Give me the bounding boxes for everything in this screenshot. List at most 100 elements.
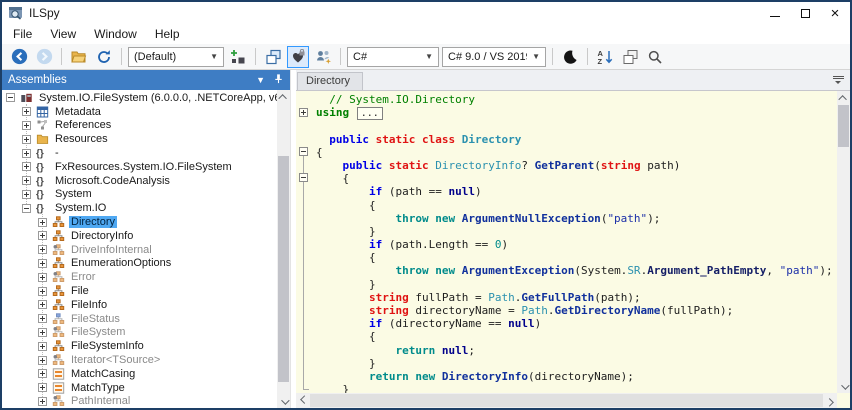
collapse-tree-button[interactable]	[619, 46, 641, 68]
menu-item-file[interactable]: File	[4, 25, 41, 43]
fold-toggle-expand[interactable]	[299, 108, 308, 117]
tree-item-file[interactable]: File	[2, 284, 277, 298]
expand-toggle[interactable]	[38, 217, 47, 227]
tree-item-label: FileStatus	[71, 312, 120, 325]
title-bar[interactable]: ILSpy ×	[2, 2, 850, 24]
tab-label: Directory	[306, 75, 351, 87]
scroll-right-icon[interactable]	[824, 393, 837, 408]
tree-item-fxresources-system-io-filesystem[interactable]: {} FxResources.System.IO.FileSystem	[2, 160, 277, 174]
panel-dropdown-icon[interactable]: ▼	[256, 75, 265, 85]
minimize-button[interactable]	[760, 2, 790, 24]
back-button[interactable]	[8, 46, 30, 68]
refresh-button[interactable]	[93, 46, 115, 68]
expand-toggle[interactable]	[22, 134, 31, 144]
assembly-list-dropdown[interactable]: (Default) ▼	[128, 46, 224, 67]
expand-toggle[interactable]	[22, 189, 31, 199]
tree-item-resources[interactable]: Resources	[2, 132, 277, 146]
tree-item-error[interactable]: Error	[2, 270, 277, 284]
expand-toggle[interactable]	[38, 341, 47, 351]
tab-directory[interactable]: Directory	[297, 72, 364, 90]
scroll-down-icon[interactable]	[277, 395, 290, 408]
open-new-panel-button[interactable]	[262, 46, 284, 68]
language-version-dropdown[interactable]: C# 9.0 / VS 2019.8 ▼	[442, 46, 546, 67]
expand-toggle[interactable]	[38, 245, 47, 255]
api-visibility-toggle[interactable]	[287, 45, 309, 68]
expand-toggle[interactable]	[22, 176, 31, 186]
expand-toggle[interactable]	[38, 327, 47, 337]
open-new-panel-icon	[265, 49, 281, 64]
tree-item-iterator-tsource[interactable]: Iterator<TSource>	[2, 353, 277, 367]
tree-scrollbar[interactable]	[277, 90, 290, 408]
open-file-button[interactable]	[68, 46, 90, 68]
expand-toggle[interactable]	[38, 286, 47, 296]
expand-toggle[interactable]	[38, 383, 47, 393]
tree-item-filesystem[interactable]: FileSystem	[2, 326, 277, 340]
tree-item-driveinfointernal[interactable]: DriveInfoInternal	[2, 243, 277, 257]
tree-item-system-io[interactable]: {} System.IO	[2, 201, 277, 215]
forward-button[interactable]	[33, 46, 55, 68]
fold-toggle-collapse[interactable]	[299, 147, 308, 156]
tree-item-system[interactable]: {} System	[2, 188, 277, 202]
collapse-toggle[interactable]	[22, 203, 31, 213]
menu-item-view[interactable]: View	[41, 25, 85, 43]
collapse-toggle[interactable]	[6, 93, 15, 103]
namespace-icon: {}	[35, 175, 49, 187]
close-button[interactable]: ×	[820, 2, 850, 24]
expand-toggle[interactable]	[38, 369, 47, 379]
minimize-icon	[770, 15, 780, 17]
tree-item-fileinfo[interactable]: FileInfo	[2, 298, 277, 312]
tree-item-label: -	[55, 147, 59, 160]
expand-toggle[interactable]	[38, 231, 47, 241]
toolbar-separator	[121, 48, 122, 65]
scrollbar-thumb[interactable]	[278, 156, 289, 382]
add-assembly-list-button[interactable]	[227, 46, 249, 68]
expand-toggle[interactable]	[38, 355, 47, 365]
tree-item-microsoft-codeanalysis[interactable]: {} Microsoft.CodeAnalysis	[2, 174, 277, 188]
tree-item-[interactable]: {} -	[2, 146, 277, 160]
code-hscrollbar[interactable]	[296, 393, 837, 408]
theme-toggle-button[interactable]	[559, 46, 581, 68]
tree-item-references[interactable]: References	[2, 119, 277, 133]
expand-toggle[interactable]	[38, 300, 47, 310]
search-pane-button[interactable]	[644, 46, 666, 68]
sort-assemblies-button[interactable]: AZ	[594, 46, 616, 68]
code-lines[interactable]: // System.IO.Directory using ... public s…	[312, 91, 837, 393]
expand-toggle[interactable]	[38, 314, 47, 324]
scroll-up-icon[interactable]	[277, 90, 290, 103]
expand-toggle[interactable]	[38, 258, 47, 268]
tree-item-matchtype[interactable]: MatchType	[2, 381, 277, 395]
member-filter-button[interactable]	[312, 46, 334, 68]
scroll-left-icon[interactable]	[296, 393, 309, 408]
scrollbar-thumb[interactable]	[838, 105, 849, 147]
tree-item-enumerationoptions[interactable]: EnumerationOptions	[2, 257, 277, 271]
fold-toggle-collapse[interactable]	[299, 173, 308, 182]
tree-item-directoryinfo[interactable]: DirectoryInfo	[2, 229, 277, 243]
tree-item-directory[interactable]: Directory	[2, 215, 277, 229]
tree-item-system-io-filesystem-6-0-0-0-netcoreapp-v6-0[interactable]: System.IO.FileSystem (6.0.0.0, .NETCoreA…	[2, 91, 277, 105]
maximize-button[interactable]	[790, 2, 820, 24]
scrollbar-thumb[interactable]	[310, 394, 823, 407]
ilspy-window: ILSpy × File View Window Help (Default) ▼ C…	[0, 0, 852, 410]
language-dropdown[interactable]: C# ▼	[347, 46, 439, 67]
expand-toggle[interactable]	[38, 396, 47, 406]
assemblies-panel-header[interactable]: Assemblies ▼	[2, 70, 290, 90]
collapsed-usings-box[interactable]: ...	[356, 107, 383, 121]
scroll-down-icon[interactable]	[837, 380, 850, 393]
tree-item-matchcasing[interactable]: MatchCasing	[2, 367, 277, 381]
expand-toggle[interactable]	[22, 148, 31, 158]
scroll-up-icon[interactable]	[837, 91, 850, 104]
tree-item-filestatus[interactable]: FileStatus	[2, 312, 277, 326]
expand-toggle[interactable]	[22, 162, 31, 172]
expand-toggle[interactable]	[38, 272, 47, 282]
menu-item-window[interactable]: Window	[85, 25, 146, 43]
expand-toggle[interactable]	[22, 120, 31, 130]
pin-icon[interactable]	[273, 73, 284, 87]
tree-item-pathinternal[interactable]: PathInternal	[2, 395, 277, 408]
tree-item-filesysteminfo[interactable]: FileSystemInfo	[2, 339, 277, 353]
expand-toggle[interactable]	[22, 107, 31, 117]
menu-item-help[interactable]: Help	[146, 25, 189, 43]
tree-item-metadata[interactable]: Metadata	[2, 105, 277, 119]
code-line: using ...	[316, 106, 837, 121]
window-list-icon[interactable]	[833, 76, 844, 85]
code-scrollbar[interactable]	[837, 91, 850, 393]
